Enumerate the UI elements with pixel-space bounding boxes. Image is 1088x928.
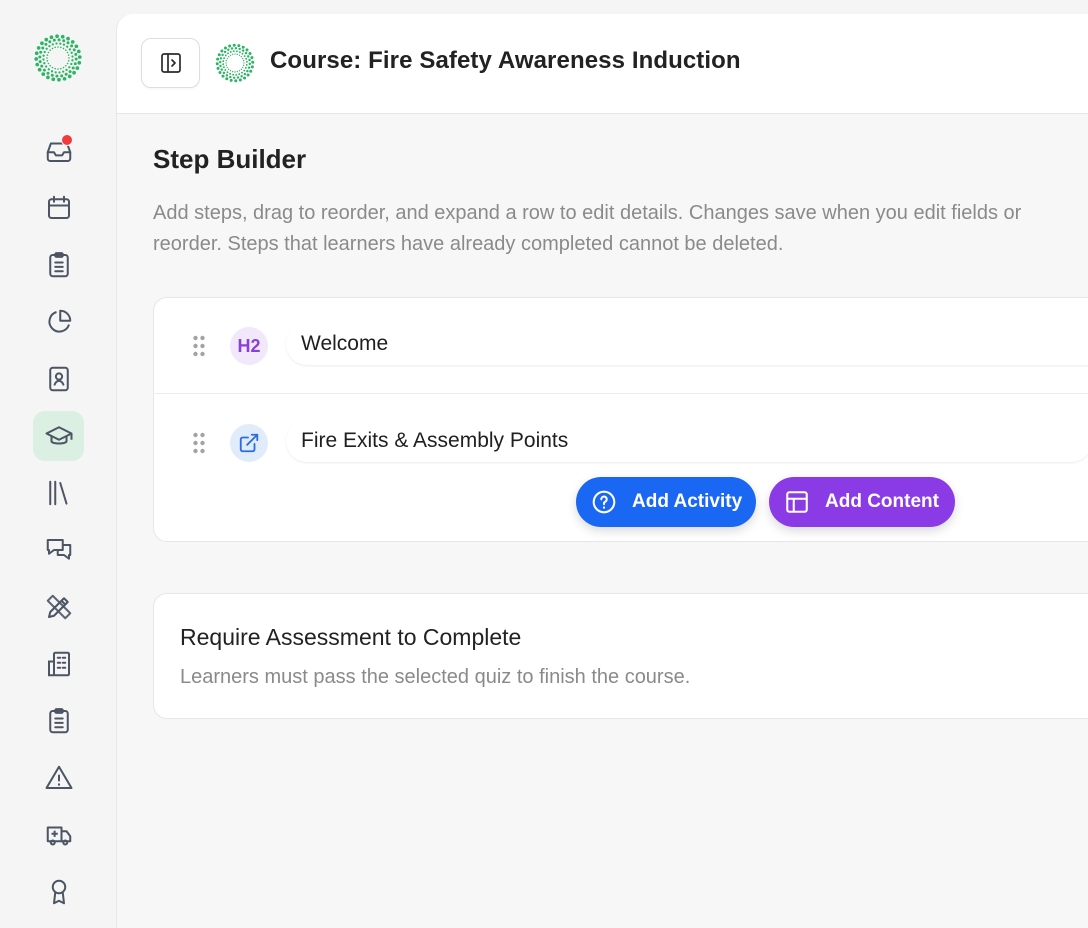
sidebar-item-buildings[interactable] (33, 639, 84, 689)
question-circle-icon (592, 490, 616, 514)
page-title: Course: Fire Safety Awareness Induction (270, 47, 741, 74)
graduation-cap-icon (45, 426, 72, 445)
drag-handle-icon[interactable] (192, 335, 206, 357)
add-content-button[interactable]: Add Content (769, 477, 955, 527)
step-title: Welcome (301, 332, 389, 355)
main-panel: Course: Fire Safety Awareness Induction … (116, 14, 1088, 928)
warning-triangle-icon (45, 765, 72, 789)
library-icon (48, 480, 67, 506)
step-row[interactable]: H2 Welcome (154, 298, 1088, 394)
assessment-card[interactable]: Require Assessment to Complete Learners … (153, 593, 1088, 719)
sidebar-item-reports[interactable] (33, 297, 84, 347)
sidebar-item-calendar[interactable] (33, 183, 84, 233)
pencil-ruler-icon (46, 594, 71, 620)
sidebar-item-first-aid[interactable] (33, 810, 84, 860)
sidebar-item-messages[interactable] (33, 525, 84, 575)
app-root: Course: Fire Safety Awareness Induction … (0, 0, 1088, 928)
contact-book-icon (48, 366, 69, 392)
sidebar-item-inbox[interactable] (33, 126, 84, 176)
step-builder-heading: Step Builder (153, 144, 307, 174)
step-title-field[interactable]: Welcome (286, 323, 1088, 365)
sidebar-item-library[interactable] (33, 468, 84, 518)
step-builder-description: Add steps, drag to reorder, and expand a… (153, 202, 1022, 255)
clipboard-checklist-icon (48, 708, 69, 734)
calendar-icon (47, 195, 70, 219)
brand-logo[interactable] (31, 31, 85, 85)
sidebar-item-checklists[interactable] (33, 696, 84, 746)
assessment-description: Learners must pass the selected quiz to … (180, 666, 691, 688)
award-ribbon-icon (51, 879, 66, 905)
drag-handle-icon[interactable] (192, 432, 206, 454)
course-logo (215, 43, 255, 83)
add-activity-button[interactable]: Add Activity (576, 477, 756, 527)
top-bar: Course: Fire Safety Awareness Induction (117, 14, 1088, 114)
sidebar-item-contacts[interactable] (33, 354, 84, 404)
sidebar-item-courses[interactable] (33, 411, 84, 461)
step-title: Fire Exits & Assembly Points (301, 429, 569, 452)
add-activity-label: Add Activity (632, 491, 743, 512)
assessment-title: Require Assessment to Complete (180, 624, 522, 650)
sidebar-item-design[interactable] (33, 582, 84, 632)
pie-chart-icon (47, 309, 71, 333)
sidebar-item-certifications[interactable] (33, 867, 84, 917)
step-title-field[interactable]: Fire Exits & Assembly Points (286, 420, 1088, 462)
layout-panel-icon (786, 491, 808, 513)
ambulance-icon (46, 826, 71, 846)
sidebar-item-tasks[interactable] (33, 240, 84, 290)
building-icon (47, 651, 70, 677)
toggle-sidebar-button[interactable] (141, 38, 200, 88)
sidebar-panel-icon (160, 53, 181, 73)
external-link-icon (230, 424, 268, 462)
messages-icon (46, 539, 71, 560)
steps-list: H2 Welcome Fire Exits & Assembly Points (153, 297, 1088, 542)
heading-h2-icon-label: H2 (237, 335, 261, 356)
heading-h2-icon: H2 (230, 327, 268, 365)
clipboard-list-icon (48, 252, 69, 278)
sidebar-item-incidents[interactable] (33, 753, 84, 803)
notification-badge (61, 134, 73, 146)
add-content-label: Add Content (825, 491, 939, 512)
sidebar (0, 0, 116, 928)
